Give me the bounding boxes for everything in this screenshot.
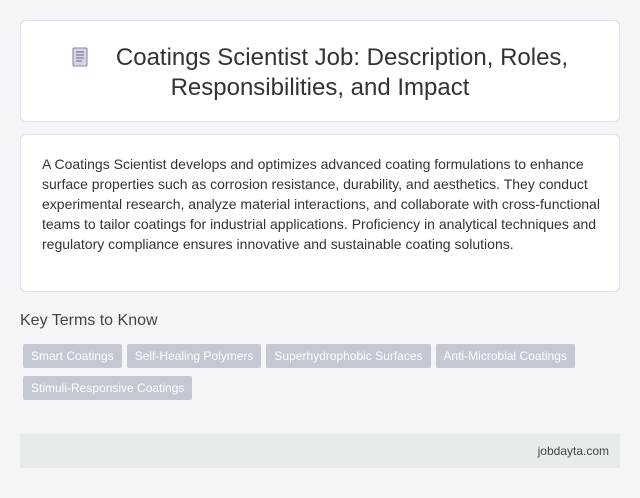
tag-superhydrophobic-surfaces[interactable]: Superhydrophobic Surfaces — [266, 344, 431, 368]
page-title-row: Coatings Scientist Job: Description, Rol… — [21, 43, 619, 103]
key-terms-heading: Key Terms to Know — [20, 312, 158, 329]
key-terms-tags: Smart Coatings Self-Healing Polymers Super… — [23, 344, 603, 408]
document-icon — [72, 47, 88, 67]
footer-site-link[interactable]: jobdayta.com — [538, 444, 609, 458]
title-card: Coatings Scientist Job: Description, Rol… — [20, 20, 620, 122]
tag-anti-microbial-coatings[interactable]: Anti-Microbial Coatings — [435, 344, 575, 368]
footer: jobdayta.com — [20, 434, 620, 468]
description-text: A Coatings Scientist develops and optimi… — [42, 156, 600, 252]
description-card: A Coatings Scientist develops and optimi… — [20, 134, 620, 292]
tag-stimuli-responsive-coatings[interactable]: Stimuli-Responsive Coatings — [23, 376, 193, 400]
page-title: Coatings Scientist Job: Description, Rol… — [115, 44, 569, 101]
tag-smart-coatings[interactable]: Smart Coatings — [23, 344, 122, 368]
tag-self-healing-polymers[interactable]: Self-Healing Polymers — [126, 344, 262, 368]
